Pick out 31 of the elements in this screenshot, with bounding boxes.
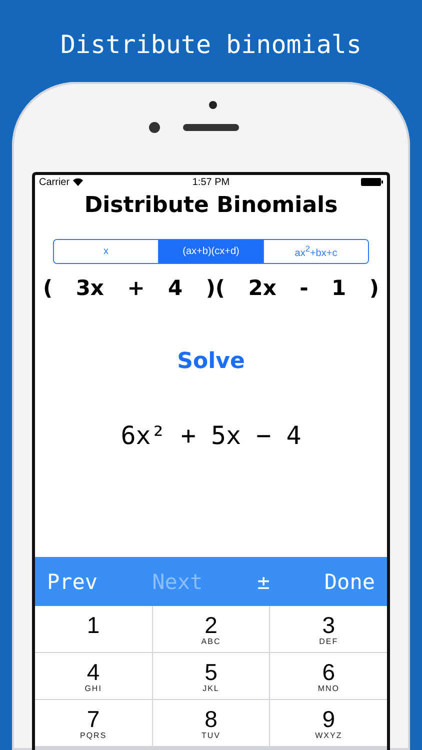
equation-term: 1 xyxy=(332,276,346,300)
keypad-key[interactable]: 9 WXYZ xyxy=(270,700,387,746)
equation-term: - xyxy=(300,276,308,300)
segment-tab[interactable]: (ax+b)(cx+d) xyxy=(158,240,263,263)
speaker-icon xyxy=(183,124,239,131)
equation-term: 4 xyxy=(168,276,183,300)
sensor-icon xyxy=(209,101,217,109)
banner-title: Distribute binomials xyxy=(60,30,362,61)
camera-icon xyxy=(149,122,160,133)
segment-tab[interactable]: ax$^{2}$+bx+c xyxy=(263,240,368,263)
equation-term: ( xyxy=(43,276,53,300)
keypad-key[interactable]: 3 DEF xyxy=(270,606,387,652)
equation-term: + xyxy=(127,276,145,300)
status-time: 1:57 PM xyxy=(192,176,230,188)
carrier-label: Carrier xyxy=(39,176,70,188)
battery-icon xyxy=(361,178,383,186)
equation-term: 2x xyxy=(248,276,276,300)
screen-title: Distribute Binomials xyxy=(83,193,339,220)
equation-term: )( xyxy=(206,276,226,300)
keypad-key[interactable]: 5 JKL xyxy=(152,653,270,699)
wifi-icon xyxy=(72,178,83,186)
keypad-key[interactable]: 8 TUV xyxy=(152,700,270,746)
keypad-key[interactable]: 1 xyxy=(35,606,152,652)
keypad-key[interactable]: 7 PQRS xyxy=(35,700,152,746)
keypad-key[interactable]: 2 ABC xyxy=(152,606,270,652)
answer-text: 6x² + 5x − 4 xyxy=(120,421,302,450)
keypad-key[interactable]: 4 GHI xyxy=(35,653,152,699)
solve-button[interactable]: Solve xyxy=(171,348,251,375)
keypad-key[interactable]: 6 MNO xyxy=(270,653,387,699)
equation-term: 3x xyxy=(76,276,104,300)
equation-term: ) xyxy=(369,276,379,300)
